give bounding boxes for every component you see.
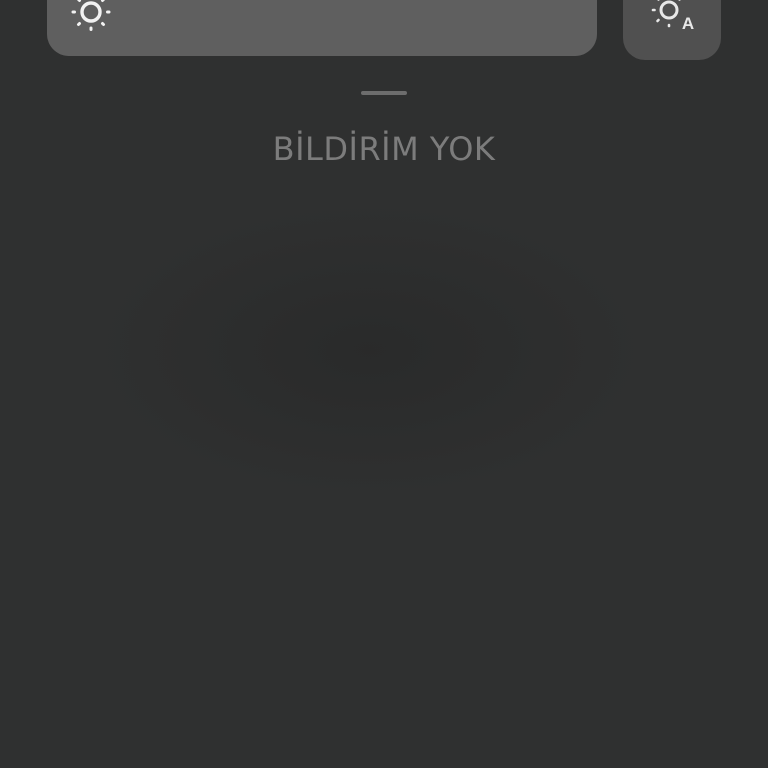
brightness-slider-fill <box>47 0 597 56</box>
auto-brightness-button[interactable]: A <box>623 0 721 60</box>
sun-auto-icon: A <box>651 0 694 32</box>
brightness-slider[interactable] <box>47 0 597 56</box>
panel-drag-handle[interactable] <box>361 91 407 95</box>
sun-icon <box>71 0 111 31</box>
auto-badge: A <box>682 14 694 32</box>
no-notifications-label: BİLDİRİM YOK <box>272 130 496 168</box>
background-blur <box>90 200 650 500</box>
